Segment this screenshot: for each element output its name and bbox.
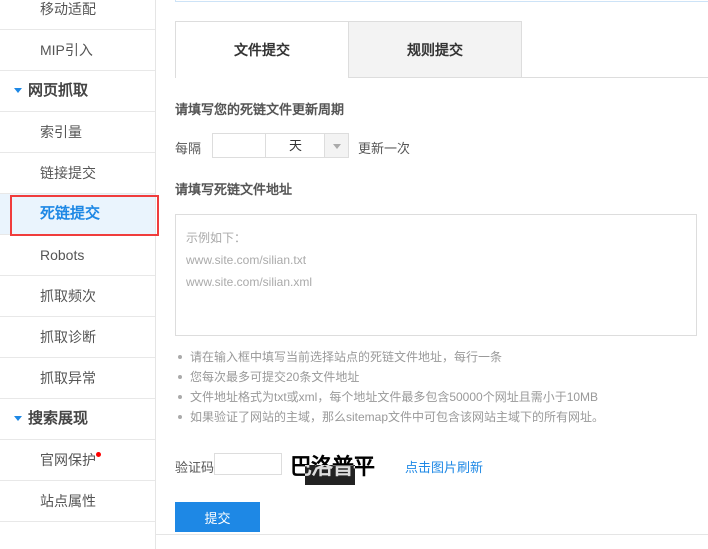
footer-divider: [156, 534, 708, 535]
captcha-label: 验证码: [175, 460, 215, 475]
tip-item: 您每次最多可提交20条文件地址: [176, 367, 604, 387]
sidebar-item-label: 官网保护: [40, 452, 96, 468]
address-heading: 请填写死链文件地址: [175, 182, 293, 197]
sidebar-item-mobile-adapt[interactable]: 移动适配: [0, 0, 155, 30]
sidebar-group-search[interactable]: 搜索展现: [0, 399, 155, 440]
sidebar: 移动适配 MIP引入 网页抓取 索引量 链接提交 死链提交 Robots 抓取频…: [0, 0, 159, 549]
group-label: 搜索展现: [28, 410, 89, 427]
tip-item: 请在输入框中填写当前选择站点的死链文件地址，每行一条: [176, 347, 604, 367]
captcha-text: 巴洛普平: [290, 455, 375, 480]
deadlink-address-textarea[interactable]: 示例如下： www.site.com/silian.txt www.site.c…: [175, 214, 697, 336]
every-label: 每隔: [175, 141, 202, 156]
highlight-box: [10, 195, 159, 236]
placeholder-line: 示例如下：: [186, 231, 247, 245]
period-heading: 请填写您的死链文件更新周期: [175, 102, 345, 117]
unit-selected: 天: [288, 138, 302, 153]
once-label: 更新一次: [358, 141, 411, 156]
dropdown-arrow[interactable]: [324, 134, 348, 157]
sidebar-item-crawl-frequency[interactable]: 抓取频次: [0, 276, 155, 317]
tip-item: 如果验证了网站的主域，那么sitemap文件中可包含该网站主域下的所有网址。: [176, 407, 604, 427]
captcha-input[interactable]: [214, 453, 282, 475]
sidebar-item-index[interactable]: 索引量: [0, 112, 155, 153]
sidebar-item-mip[interactable]: MIP引入: [0, 30, 155, 71]
sidebar-item-deadlink-submit[interactable]: 死链提交: [0, 194, 159, 236]
sidebar-item-site-protect[interactable]: 官网保护: [0, 440, 155, 481]
group-label: 网页抓取: [28, 82, 89, 99]
tab-divider: [521, 77, 708, 78]
top-notice-bar: [175, 0, 708, 2]
unit-select[interactable]: 天: [265, 133, 349, 158]
captcha-image[interactable]: 巴洛普平: [290, 451, 386, 487]
tips-list: 请在输入框中填写当前选择站点的死链文件地址，每行一条 您每次最多可提交20条文件…: [176, 347, 604, 427]
caret-down-icon: [14, 88, 22, 93]
tab-rule-submit[interactable]: 规则提交: [348, 21, 522, 78]
interval-input[interactable]: [212, 133, 266, 158]
sidebar-item-crawl-diagnosis[interactable]: 抓取诊断: [0, 317, 155, 358]
placeholder-line: www.site.com/silian.txt: [186, 253, 307, 267]
sidebar-item-link-submit[interactable]: 链接提交: [0, 153, 155, 194]
placeholder-line: www.site.com/silian.xml: [186, 275, 313, 289]
caret-down-icon: [333, 144, 341, 149]
tip-item: 文件地址格式为txt或xml，每个地址文件最多包含50000个网址且需小于10M…: [176, 387, 604, 407]
tab-file-submit[interactable]: 文件提交: [175, 21, 349, 78]
caret-down-icon: [14, 416, 22, 421]
refresh-captcha-link[interactable]: 点击图片刷新: [405, 457, 483, 476]
sidebar-item-crawl-errors[interactable]: 抓取异常: [0, 358, 155, 399]
sidebar-item-robots[interactable]: Robots: [0, 235, 155, 276]
sidebar-item-site-attributes[interactable]: 站点属性: [0, 481, 155, 522]
sidebar-group-crawl[interactable]: 网页抓取: [0, 71, 155, 112]
submit-button[interactable]: 提交: [175, 502, 260, 532]
notification-dot: [96, 452, 101, 457]
